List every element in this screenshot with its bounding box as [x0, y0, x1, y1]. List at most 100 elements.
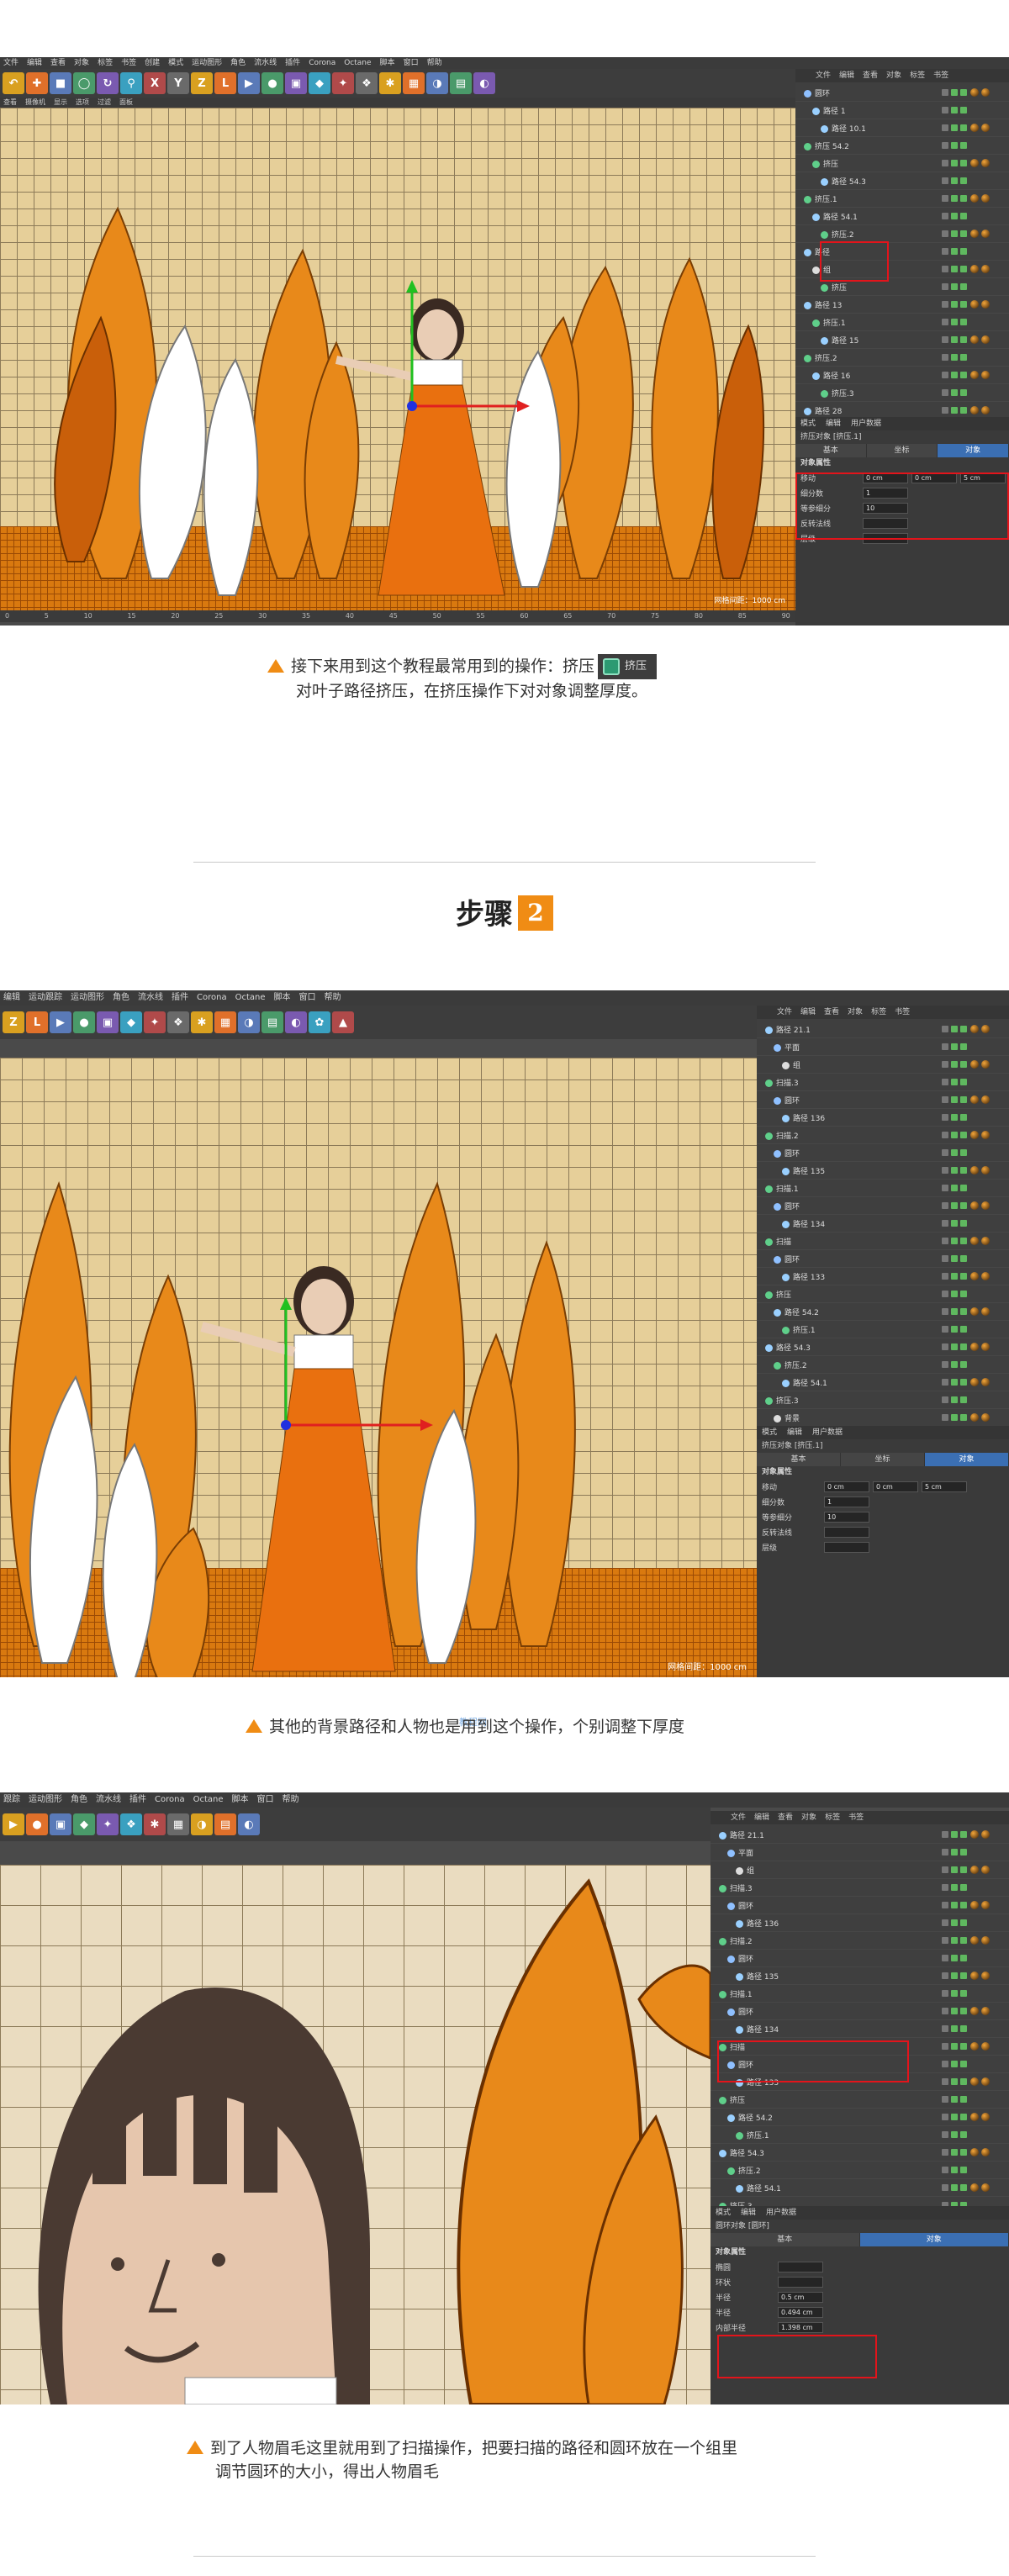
visibility-flags[interactable] [942, 2008, 970, 2014]
material-tags[interactable] [970, 1025, 1009, 1033]
object-tree-row[interactable]: 路径 54.1 [757, 1374, 1009, 1391]
object-tree-row[interactable]: 背景 [757, 1409, 1009, 1426]
attribute-mode-tab[interactable]: 模式 [762, 1428, 777, 1437]
object-manager-tab[interactable]: 文件 [777, 1006, 792, 1019]
menu-item[interactable]: 插件 [172, 990, 188, 1006]
material-tags[interactable] [970, 1307, 1009, 1316]
menu-item[interactable]: 运动图形 [192, 57, 222, 69]
menu-item[interactable]: 运动图形 [71, 990, 104, 1006]
attribute-value-field[interactable]: 1 [824, 1496, 869, 1507]
object-tree-row[interactable]: 挤压.3 [795, 384, 1009, 402]
menu-item[interactable]: 文件 [3, 57, 18, 69]
object-tree-row[interactable]: 路径 21.1 [757, 1021, 1009, 1038]
material-tags[interactable] [970, 194, 1009, 203]
object-manager-tab[interactable]: 对象 [801, 1811, 816, 1824]
object-tree-row[interactable]: 路径 134 [711, 2020, 1009, 2038]
object-tree-row[interactable]: 圆环 [795, 84, 1009, 102]
object-tree-row[interactable]: 路径 135 [711, 1967, 1009, 1985]
visibility-flags[interactable] [942, 1902, 970, 1908]
toolbar-tool-icon[interactable]: ● [26, 1813, 48, 1835]
visibility-flags[interactable] [942, 1919, 970, 1926]
object-tree-row[interactable]: 挤压.1 [795, 314, 1009, 331]
toolbar-tool-icon[interactable]: ● [261, 72, 283, 94]
material-tags[interactable] [970, 406, 1009, 414]
object-tree-row[interactable]: 路径 15 [795, 331, 1009, 349]
visibility-flags[interactable] [942, 230, 970, 237]
attribute-mode-tab[interactable]: 编辑 [741, 2209, 756, 2217]
object-tree-row[interactable]: 组 [711, 1861, 1009, 1879]
object-tree-row[interactable]: 路径 54.2 [757, 1303, 1009, 1321]
menu-item[interactable]: 脚本 [274, 990, 291, 1006]
visibility-flags[interactable] [942, 1291, 970, 1297]
attribute-tab[interactable]: 基本 [795, 444, 867, 457]
visibility-flags[interactable] [942, 177, 970, 184]
toolbar-tool-icon[interactable]: ▤ [450, 72, 472, 94]
material-tags[interactable] [970, 88, 1009, 97]
3d-viewport[interactable] [0, 1865, 711, 2404]
visibility-flags[interactable] [942, 160, 970, 166]
object-tree-row[interactable]: 路径 54.2 [711, 2109, 1009, 2126]
menu-item[interactable]: 书签 [121, 57, 136, 69]
attribute-value-field[interactable]: 0 cm [824, 1481, 869, 1492]
material-tags[interactable] [970, 265, 1009, 273]
object-tree-row[interactable]: 路径 133 [757, 1268, 1009, 1285]
3d-viewport[interactable]: 网格间距：1000 cm [0, 108, 795, 610]
toolbar-tool-icon[interactable]: ▣ [97, 1011, 119, 1033]
toolbar-tool-icon[interactable]: ↶ [3, 72, 24, 94]
menu-item[interactable]: Octane [193, 1792, 224, 1808]
visibility-flags[interactable] [942, 2114, 970, 2120]
visibility-flags[interactable] [942, 2096, 970, 2103]
visibility-flags[interactable] [942, 1955, 970, 1961]
toolbar-tool-icon[interactable]: Y [167, 72, 189, 94]
toolbar-tool-icon[interactable]: ◆ [73, 1813, 95, 1835]
object-manager-tab[interactable]: 文件 [816, 69, 831, 82]
attribute-mode-tab[interactable]: 用户数据 [766, 2209, 796, 2217]
object-tree-row[interactable]: 挤压.3 [757, 1391, 1009, 1409]
menu-item[interactable]: 角色 [113, 990, 129, 1006]
object-tree-row[interactable]: 扫描.1 [711, 1985, 1009, 2003]
viewport-menu-item[interactable]: 面板 [119, 98, 133, 108]
menu-item[interactable]: Corona [309, 57, 335, 69]
visibility-flags[interactable] [942, 213, 970, 219]
toolbar-tool-icon[interactable]: ▣ [50, 1813, 71, 1835]
toolbar-tool-icon[interactable]: ⚲ [120, 72, 142, 94]
viewport-menu-item[interactable]: 摄像机 [25, 98, 45, 108]
object-manager-tab[interactable]: 对象 [886, 69, 901, 82]
object-manager-tab[interactable]: 对象 [848, 1006, 863, 1019]
menu-item[interactable]: 流水线 [254, 57, 277, 69]
object-tree-row[interactable]: 扫描.3 [711, 1879, 1009, 1897]
menu-item[interactable]: 运动图形 [29, 1792, 62, 1808]
visibility-flags[interactable] [942, 1043, 970, 1050]
object-tree-row[interactable]: 路径 28 [795, 402, 1009, 417]
visibility-flags[interactable] [942, 1273, 970, 1280]
attribute-mode-tab[interactable]: 用户数据 [851, 420, 881, 428]
toolbar-tool-icon[interactable]: ◆ [309, 72, 330, 94]
attribute-value-field[interactable] [824, 1526, 869, 1538]
toolbar-tool-icon[interactable]: ✦ [97, 1813, 119, 1835]
object-tree-row[interactable]: 路径 54.1 [711, 2179, 1009, 2197]
object-tree-row[interactable]: 路径 134 [757, 1215, 1009, 1233]
object-manager-tab[interactable]: 文件 [731, 1811, 746, 1824]
attribute-mode-tab[interactable]: 模式 [800, 420, 816, 428]
visibility-flags[interactable] [942, 407, 970, 414]
viewport-menu-item[interactable]: 显示 [54, 98, 67, 108]
visibility-flags[interactable] [942, 2184, 970, 2191]
visibility-flags[interactable] [942, 1849, 970, 1855]
toolbar-tool-icon[interactable]: ▤ [214, 1813, 236, 1835]
viewport-menu-item[interactable]: 选项 [76, 98, 89, 108]
object-tree-row[interactable]: 挤压 [795, 155, 1009, 172]
material-tags[interactable] [970, 124, 1009, 132]
object-manager-tab[interactable]: 书签 [895, 1006, 910, 1019]
attribute-value-field[interactable] [778, 2261, 823, 2272]
visibility-flags[interactable] [942, 1866, 970, 1873]
visibility-flags[interactable] [942, 266, 970, 272]
toolbar-tool-icon[interactable]: ✚ [26, 72, 48, 94]
visibility-flags[interactable] [942, 124, 970, 131]
visibility-flags[interactable] [942, 2131, 970, 2138]
material-tags[interactable] [970, 1272, 1009, 1280]
toolbar-tool-icon[interactable]: ✱ [379, 72, 401, 94]
menu-item[interactable]: 创建 [145, 57, 160, 69]
attribute-mode-tab[interactable]: 模式 [716, 2209, 731, 2217]
object-tree-row[interactable]: 组 [757, 1056, 1009, 1074]
material-tags[interactable] [970, 1830, 1009, 1839]
